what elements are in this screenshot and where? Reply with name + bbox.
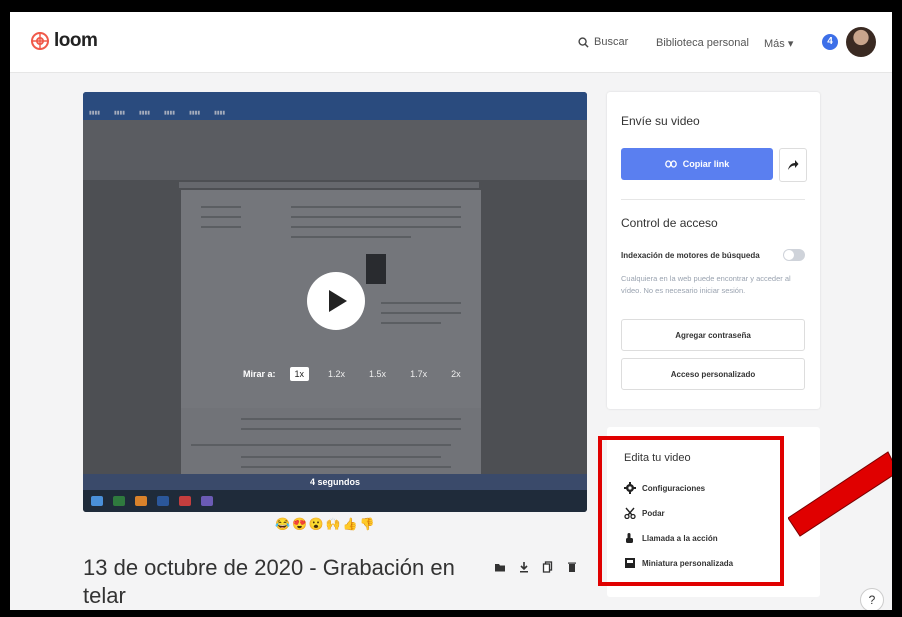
taskbar-icon — [113, 496, 125, 506]
video-player[interactable]: ▮▮▮▮ ▮▮▮▮ ▮▮▮▮ ▮▮▮▮ ▮▮▮▮ ▮▮▮▮ Mirar a: 1… — [83, 92, 587, 512]
speed-option-2x[interactable]: 2x — [446, 367, 466, 381]
play-button[interactable] — [307, 272, 365, 330]
playback-speed-selector: Mirar a: 1x 1.2x 1.5x 1.7x 2x — [243, 367, 466, 381]
share-panel: Envíe su video Copiar link Control de ac… — [607, 92, 820, 409]
help-button[interactable]: ? — [860, 588, 884, 610]
copy-link-label: Copiar link — [682, 159, 730, 169]
notification-badge[interactable]: 4 — [822, 34, 838, 50]
emoji-reactions: 😂 😍 😮 🙌 👍 👎 — [275, 517, 375, 531]
share-title: Envíe su video — [621, 114, 700, 128]
search-indexing-row: Indexación de motores de búsqueda — [621, 249, 805, 261]
add-password-button[interactable]: Agregar contraseña — [621, 319, 805, 351]
folder-icon[interactable] — [494, 561, 506, 573]
link-icon — [664, 160, 677, 168]
annotation-arrow — [788, 451, 892, 537]
loom-logo[interactable]: loom — [30, 30, 98, 52]
speed-option-1x[interactable]: 1x — [289, 367, 310, 381]
taskbar-icon — [157, 496, 169, 506]
taskbar-icon — [201, 496, 213, 506]
loom-logo-icon — [31, 32, 49, 50]
share-arrow-icon — [788, 160, 799, 170]
taskbar-icon — [91, 496, 103, 506]
speed-option-1-7x[interactable]: 1.7x — [405, 367, 432, 381]
download-icon[interactable] — [518, 561, 530, 573]
search-icon — [578, 36, 589, 48]
delete-icon[interactable] — [566, 561, 578, 573]
access-control-title: Control de acceso — [621, 216, 718, 230]
copy-icon[interactable] — [542, 561, 554, 573]
more-menu[interactable]: Más ▾ — [764, 37, 793, 50]
app-frame: loom Buscar Biblioteca personal Más ▾ 4 … — [10, 12, 892, 610]
play-icon — [329, 290, 347, 312]
top-navbar: loom Buscar Biblioteca personal Más ▾ 4 — [10, 12, 892, 73]
reaction-laugh[interactable]: 😂 — [275, 517, 290, 531]
search-label: Buscar — [594, 36, 629, 48]
section-divider — [621, 199, 805, 200]
taskbar-icon — [179, 496, 191, 506]
speed-option-1-5x[interactable]: 1.5x — [364, 367, 391, 381]
personal-library-link[interactable]: Biblioteca personal — [656, 37, 749, 49]
search-indexing-toggle[interactable] — [783, 249, 805, 261]
reaction-love[interactable]: 😍 — [292, 517, 307, 531]
speed-label: Mirar a: — [243, 369, 276, 379]
reaction-wow[interactable]: 😮 — [309, 517, 324, 531]
video-duration: 4 segundos — [309, 477, 360, 487]
logo-text: loom — [54, 30, 98, 51]
reaction-thumbs-down[interactable]: 👎 — [360, 517, 375, 531]
search-indexing-label: Indexación de motores de búsqueda — [621, 250, 760, 260]
search-indexing-description: Cualquiera en la web puede encontrar y a… — [621, 274, 791, 295]
user-avatar[interactable] — [846, 27, 876, 57]
copy-link-button[interactable]: Copiar link — [621, 148, 773, 180]
share-button[interactable] — [779, 148, 807, 182]
speed-option-1-2x[interactable]: 1.2x — [323, 367, 350, 381]
reaction-thumbs-up[interactable]: 👍 — [343, 517, 358, 531]
reaction-raise[interactable]: 🙌 — [326, 517, 341, 531]
taskbar-icon — [135, 496, 147, 506]
custom-access-button[interactable]: Acceso personalizado — [621, 358, 805, 390]
video-title[interactable]: 13 de octubre de 2020 - Grabación en tel… — [83, 554, 473, 610]
search-link[interactable]: Buscar — [578, 36, 628, 48]
edit-section-highlight — [598, 436, 784, 586]
video-actions — [494, 561, 578, 573]
